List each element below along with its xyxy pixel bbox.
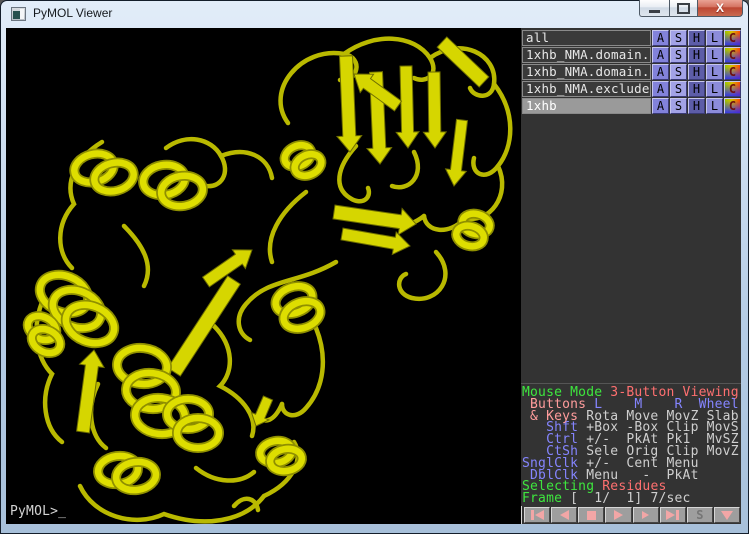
frame-line[interactable]: Frame [ 1/ 1] 7/sec (522, 493, 741, 505)
label-button[interactable]: L (706, 47, 723, 63)
object-row: 1xhb_NMA.domain.ASHLC (522, 64, 741, 80)
label-button[interactable]: L (706, 81, 723, 97)
play-button[interactable] (605, 507, 631, 523)
mouse-panel-text: [ 1/ 1] 7/sec (570, 491, 690, 506)
show-button[interactable]: S (670, 30, 687, 46)
maximize-button[interactable] (669, 0, 698, 17)
color-button[interactable]: C (724, 30, 741, 46)
action-button[interactable]: A (652, 47, 669, 63)
object-row: 1xhb_NMA.excludeASHLC (522, 81, 741, 97)
label-button[interactable]: L (706, 64, 723, 80)
object-row: 1xhb_NMA.domain.ASHLC (522, 47, 741, 63)
command-prompt[interactable]: PyMOL>_ (10, 504, 66, 519)
object-name[interactable]: all (522, 30, 651, 46)
step-back-button[interactable] (551, 507, 577, 523)
client-area: PyMOL>_ allASHLC1xhb_NMA.domain.ASHLC1xh… (6, 28, 741, 524)
color-button[interactable]: C (724, 98, 741, 114)
window-controls: X (639, 0, 743, 17)
hide-button[interactable]: H (688, 30, 705, 46)
hide-button[interactable]: H (688, 47, 705, 63)
s-button[interactable]: S (687, 507, 713, 523)
tri-right-small-icon (642, 511, 649, 519)
object-list: allASHLC1xhb_NMA.domain.ASHLC1xhb_NMA.do… (521, 28, 741, 114)
titlebar[interactable]: PyMOL Viewer X (0, 0, 749, 28)
show-button[interactable]: S (670, 81, 687, 97)
go-to-start-button[interactable] (524, 507, 550, 523)
tri-right-bar-icon (666, 510, 679, 520)
color-button[interactable]: C (724, 47, 741, 63)
playback-controls: S (521, 506, 741, 524)
show-button[interactable]: S (670, 47, 687, 63)
s-button-label: S (696, 508, 703, 522)
color-button[interactable]: C (724, 81, 741, 97)
label-button[interactable]: L (706, 30, 723, 46)
protein-cartoon (6, 28, 521, 524)
action-button[interactable]: A (652, 98, 669, 114)
action-button[interactable]: A (652, 30, 669, 46)
object-row: 1xhbASHLC (522, 98, 741, 114)
bar-tri-left-icon (531, 510, 544, 520)
maximize-icon (677, 3, 690, 14)
hide-button[interactable]: H (688, 98, 705, 114)
molecule-viewport[interactable]: PyMOL>_ (6, 28, 521, 524)
object-name[interactable]: 1xhb_NMA.domain. (522, 64, 651, 80)
tri-right-icon (614, 510, 623, 520)
object-row: allASHLC (522, 30, 741, 46)
action-button[interactable]: A (652, 81, 669, 97)
minimize-icon (649, 10, 660, 13)
hide-button[interactable]: H (688, 81, 705, 97)
tri-left-icon (560, 510, 569, 520)
object-name[interactable]: 1xhb_NMA.exclude (522, 81, 651, 97)
show-button[interactable]: S (670, 98, 687, 114)
hide-button[interactable]: H (688, 64, 705, 80)
close-button[interactable]: X (698, 0, 743, 17)
tri-down-icon (721, 511, 733, 520)
object-name[interactable]: 1xhb_NMA.domain. (522, 47, 651, 63)
stop-button[interactable] (578, 507, 604, 523)
step-forward-button[interactable] (633, 507, 659, 523)
go-to-end-button[interactable] (660, 507, 686, 523)
mouse-panel-text: Frame (522, 491, 570, 506)
action-button[interactable]: A (652, 64, 669, 80)
pymol-window: PyMOL Viewer X PyMOL>_ allASHLC1xhb_NMA.… (0, 0, 749, 534)
color-button[interactable]: C (724, 64, 741, 80)
square-icon (587, 511, 596, 520)
show-button[interactable]: S (670, 64, 687, 80)
label-button[interactable]: L (706, 98, 723, 114)
minimize-button[interactable] (639, 0, 669, 17)
window-title: PyMOL Viewer (33, 6, 112, 20)
mouse-mode-panel: Mouse Mode 3-Button Viewing Buttons L M … (521, 383, 741, 505)
menu-button[interactable] (714, 507, 740, 523)
object-name[interactable]: 1xhb (522, 98, 651, 114)
window-icon (11, 7, 26, 21)
close-icon: X (716, 1, 724, 15)
control-sidebar: allASHLC1xhb_NMA.domain.ASHLC1xhb_NMA.do… (521, 28, 741, 524)
